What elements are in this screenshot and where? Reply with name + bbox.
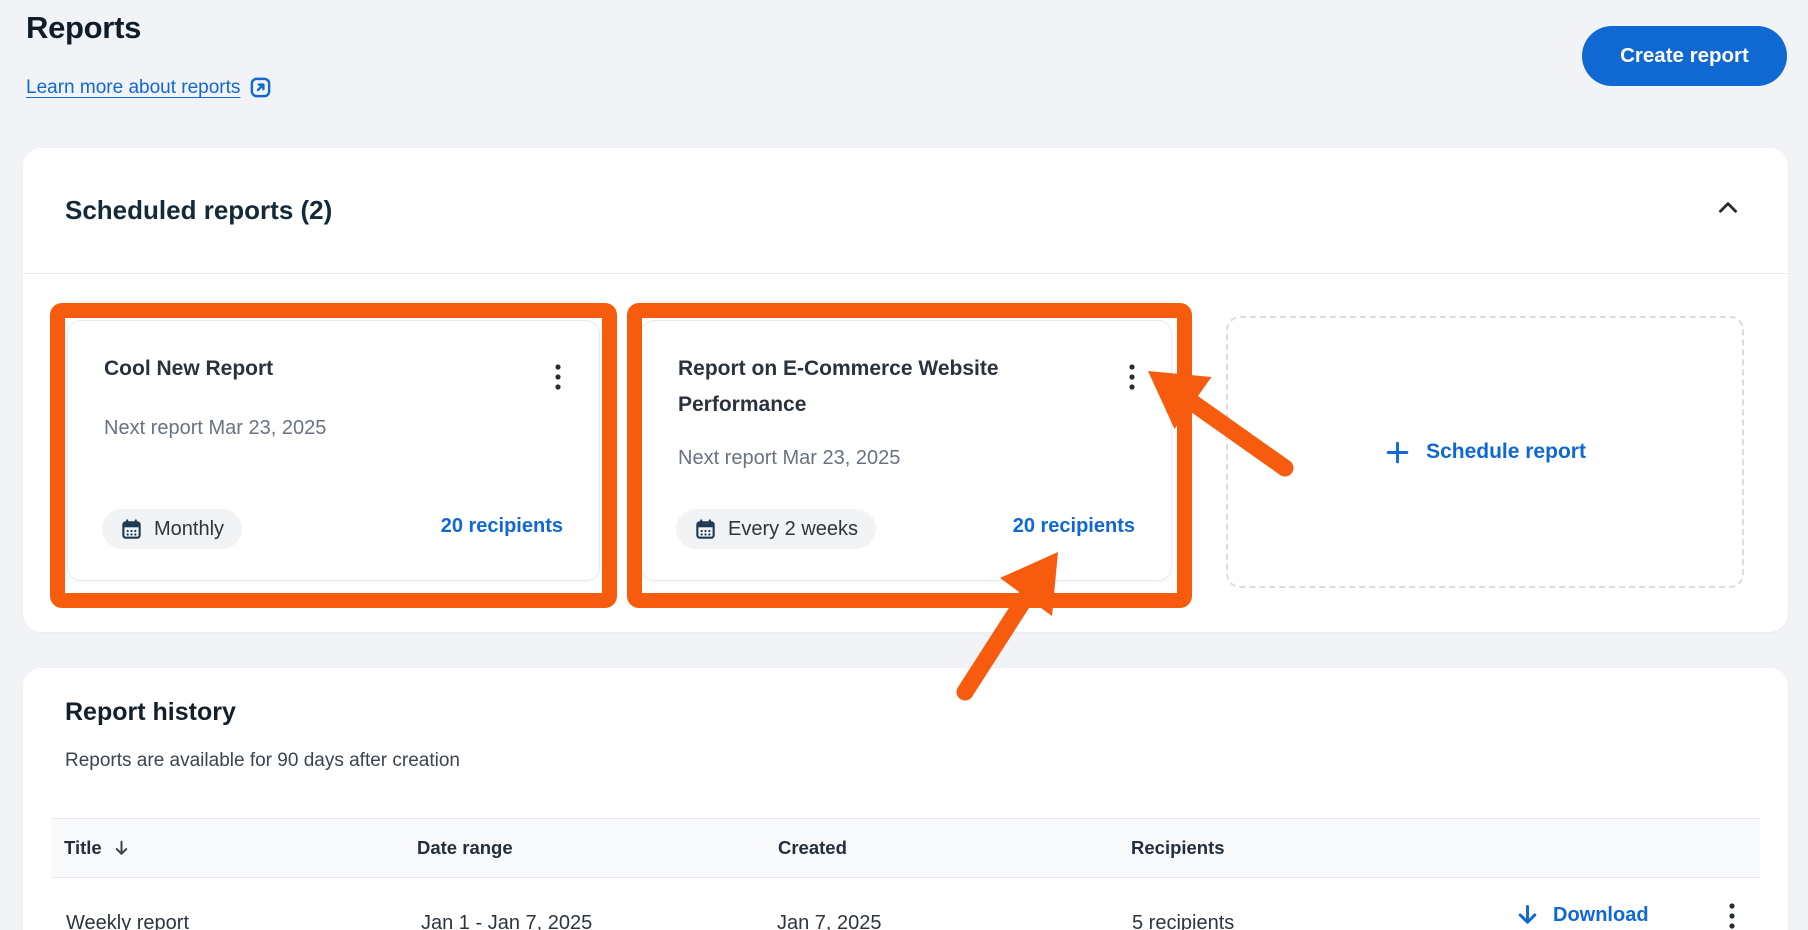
learn-more-link[interactable]: Learn more about reports bbox=[26, 76, 272, 99]
frequency-label: Every 2 weeks bbox=[728, 518, 858, 541]
kebab-icon bbox=[1727, 900, 1737, 930]
table-header-row: Title Date range Created Recipients bbox=[51, 818, 1760, 878]
report-card-title: Report on E-Commerce Website Performance bbox=[678, 351, 1050, 423]
kebab-menu-button[interactable] bbox=[542, 361, 574, 393]
learn-more-label: Learn more about reports bbox=[26, 77, 240, 99]
report-card-title: Cool New Report bbox=[104, 351, 273, 387]
scheduled-report-card-2[interactable]: Report on E-Commerce Website Performance… bbox=[641, 320, 1172, 581]
column-header-recipients: Recipients bbox=[1131, 819, 1225, 877]
column-header-date-range: Date range bbox=[417, 819, 513, 877]
kebab-icon bbox=[1127, 361, 1137, 393]
row-kebab-menu-button[interactable] bbox=[1716, 900, 1748, 930]
download-link[interactable]: Download bbox=[1514, 902, 1649, 929]
column-label: Recipients bbox=[1131, 837, 1225, 859]
scheduled-reports-title: Scheduled reports (2) bbox=[65, 195, 332, 226]
column-label: Date range bbox=[417, 837, 513, 859]
calendar-icon bbox=[120, 518, 143, 541]
create-report-button[interactable]: Create report bbox=[1582, 26, 1787, 86]
schedule-report-label: Schedule report bbox=[1426, 440, 1586, 464]
collapse-section-button[interactable] bbox=[1712, 192, 1744, 224]
plus-icon bbox=[1384, 439, 1411, 466]
report-history-panel: Report history Reports are available for… bbox=[23, 668, 1788, 930]
row-recipients-cell: 5 recipients bbox=[1132, 906, 1234, 930]
calendar-icon bbox=[694, 518, 717, 541]
scheduled-report-card-1[interactable]: Cool New Report Next report Mar 23, 2025… bbox=[67, 320, 600, 581]
recipients-link[interactable]: 20 recipients bbox=[1013, 515, 1135, 538]
report-history-title: Report history bbox=[65, 698, 236, 727]
kebab-menu-button[interactable] bbox=[1116, 361, 1148, 393]
kebab-icon bbox=[553, 361, 563, 393]
download-icon bbox=[1514, 902, 1541, 929]
frequency-label: Monthly bbox=[154, 518, 224, 541]
row-created-cell: Jan 7, 2025 bbox=[777, 906, 882, 930]
frequency-badge: Monthly bbox=[102, 509, 242, 549]
column-header-title[interactable]: Title bbox=[64, 819, 131, 877]
external-link-icon bbox=[249, 76, 272, 99]
row-title-cell: Weekly report bbox=[66, 906, 189, 930]
frequency-badge: Every 2 weeks bbox=[676, 509, 876, 549]
schedule-report-button[interactable]: Schedule report bbox=[1226, 316, 1744, 588]
column-label: Created bbox=[778, 837, 847, 859]
page-title: Reports bbox=[26, 10, 141, 46]
column-label: Title bbox=[64, 837, 102, 859]
chevron-up-icon bbox=[1715, 195, 1741, 221]
recipients-link[interactable]: 20 recipients bbox=[441, 515, 563, 538]
panel-divider bbox=[23, 273, 1788, 274]
column-header-created: Created bbox=[778, 819, 847, 877]
sort-descending-icon bbox=[112, 839, 131, 858]
next-report-date: Next report Mar 23, 2025 bbox=[104, 417, 326, 440]
row-date-range-cell: Jan 1 - Jan 7, 2025 bbox=[421, 906, 592, 930]
download-label: Download bbox=[1553, 904, 1649, 927]
next-report-date: Next report Mar 23, 2025 bbox=[678, 447, 900, 470]
report-history-subtitle: Reports are available for 90 days after … bbox=[65, 750, 460, 772]
reports-page: Reports Learn more about reports Create … bbox=[0, 0, 1808, 930]
